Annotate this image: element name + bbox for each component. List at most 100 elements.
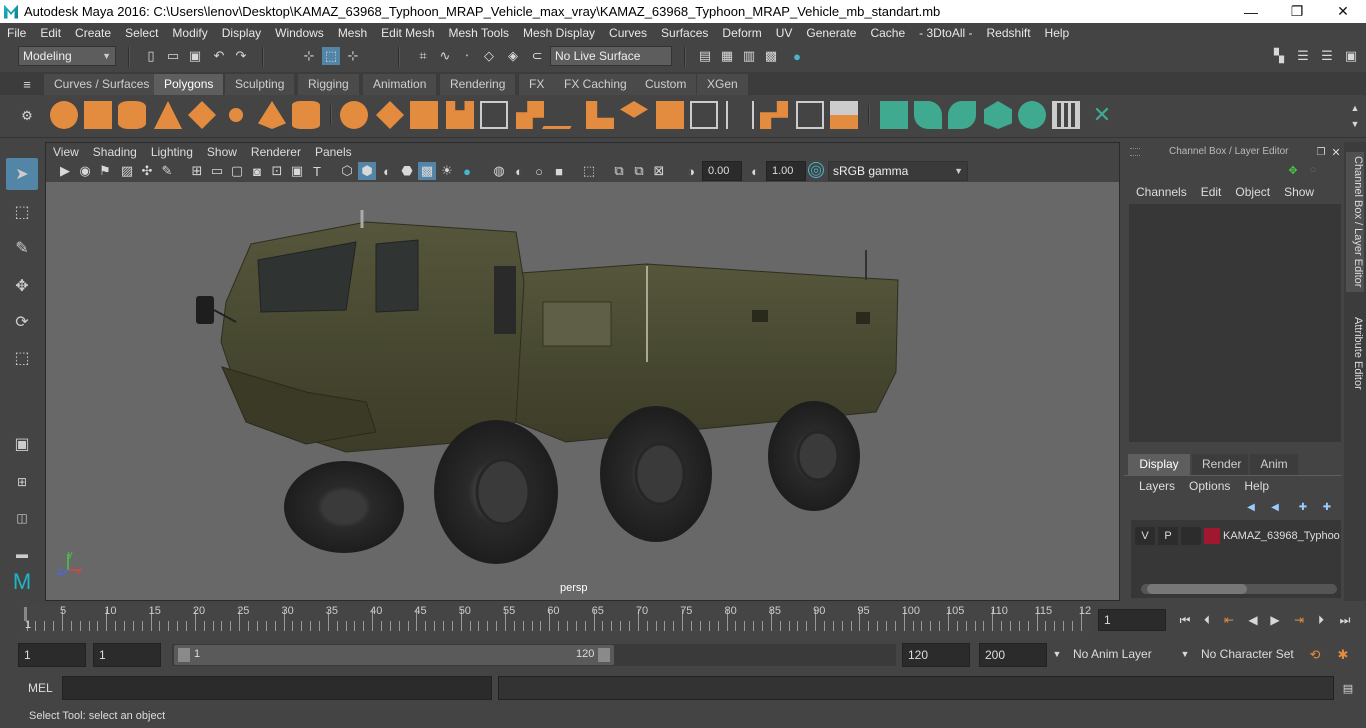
single-perspective-layout-icon[interactable]: ▣ <box>6 428 38 460</box>
move-layer-down-icon[interactable]: ◀ <box>1266 498 1284 516</box>
poly-sphere-icon[interactable] <box>50 101 78 129</box>
layer-name[interactable]: KAMAZ_63968_Typhoo <box>1223 530 1341 542</box>
combine-icon[interactable] <box>340 101 368 129</box>
menu-mesh-display[interactable]: Mesh Display <box>516 26 602 40</box>
deform-cube-icon[interactable] <box>880 101 908 129</box>
close-button[interactable]: ✕ <box>1320 0 1366 23</box>
move-tool-icon[interactable]: ✥ <box>6 270 38 302</box>
manipulator-icon[interactable]: ✥ <box>1284 161 1302 179</box>
reduce-icon[interactable] <box>480 101 508 129</box>
layer-row[interactable]: V P KAMAZ_63968_Typhoo <box>1135 525 1345 547</box>
poly-pipe-icon[interactable] <box>292 101 320 129</box>
viewport-menu-renderer[interactable]: Renderer <box>244 145 308 159</box>
layer-visibility-toggle[interactable]: V <box>1135 527 1155 545</box>
menu-edit-mesh[interactable]: Edit Mesh <box>374 26 441 40</box>
open-scene-icon[interactable]: ▭ <box>164 47 182 65</box>
grease-pencil-icon[interactable]: ✎ <box>158 162 176 180</box>
shadows-icon[interactable]: ☀ <box>438 162 456 180</box>
menu-mesh[interactable]: Mesh <box>331 26 374 40</box>
magnet-icon[interactable]: ⊂ <box>528 47 546 65</box>
deform-lattice-icon[interactable] <box>984 101 1012 129</box>
current-frame-field[interactable]: 1 <box>1098 609 1166 631</box>
animation-preferences-icon[interactable]: ✱ <box>1334 646 1352 664</box>
new-layer-icon[interactable]: ✚ <box>1294 498 1312 516</box>
deform-wave-icon[interactable] <box>1018 101 1046 129</box>
automatic-map-icon[interactable] <box>830 101 858 129</box>
playback-end-field[interactable]: 120 <box>902 643 970 667</box>
menu-redshift[interactable]: Redshift <box>980 26 1038 40</box>
close-panel-icon[interactable]: ✕ <box>1327 143 1345 161</box>
extrude-icon[interactable] <box>516 101 544 129</box>
poly-pyramid-icon[interactable] <box>258 101 286 129</box>
range-slider-handle[interactable]: 1 120 <box>174 645 614 665</box>
script-editor-icon[interactable]: ▤ <box>1339 679 1357 697</box>
menu-edit[interactable]: Edit <box>33 26 68 40</box>
bookmark-icon[interactable]: ⚑ <box>96 162 114 180</box>
tab-rigging[interactable]: Rigging <box>298 74 359 95</box>
menu-3dtoall[interactable]: - 3DtoAll - <box>912 26 979 40</box>
menu-cache[interactable]: Cache <box>863 26 912 40</box>
safe-action-icon[interactable]: ▣ <box>288 162 306 180</box>
live-surface-field[interactable]: No Live Surface <box>550 46 672 66</box>
poly-cube-icon[interactable] <box>84 101 112 129</box>
new-scene-icon[interactable]: ▯ <box>142 47 160 65</box>
separate-icon[interactable] <box>376 101 404 129</box>
go-to-end-icon[interactable]: ⏭ <box>1336 611 1354 629</box>
play-backward-icon[interactable]: ◀ <box>1244 611 1262 629</box>
range-end-grip[interactable] <box>598 648 610 662</box>
menu-uv[interactable]: UV <box>769 26 800 40</box>
shelf-settings-icon[interactable]: ⚙ <box>18 107 36 125</box>
gamma-icon[interactable]: ◐ <box>746 162 764 180</box>
camera-select-icon[interactable]: ▶ <box>56 162 74 180</box>
perspective-viewport[interactable]: y x z <box>46 182 1119 600</box>
layer-color-swatch[interactable] <box>1204 528 1220 544</box>
field-chart-icon[interactable]: ⊡ <box>268 162 286 180</box>
anim-layer-dropdown[interactable]: No Anim Layer <box>1068 643 1168 667</box>
channel-list[interactable] <box>1129 204 1341 442</box>
menu-windows[interactable]: Windows <box>268 26 331 40</box>
mel-label[interactable]: MEL <box>28 681 53 695</box>
multisample-aa-icon[interactable]: ◐ <box>510 162 528 180</box>
poly-plane-icon[interactable] <box>188 101 216 129</box>
minimize-button[interactable]: — <box>1228 0 1274 23</box>
tab-polygons[interactable]: Polygons <box>154 74 224 95</box>
viewport-menu-lighting[interactable]: Lighting <box>144 145 200 159</box>
planar-map-icon[interactable] <box>796 101 824 129</box>
lasso-tool-icon[interactable]: ⬚ <box>6 196 38 228</box>
save-scene-icon[interactable]: ▣ <box>186 47 204 65</box>
layout-icon[interactable]: ▚ <box>1270 47 1288 65</box>
tab-sculpting[interactable]: Sculpting <box>225 74 295 95</box>
step-back-key-icon[interactable]: ⇤ <box>1220 611 1238 629</box>
uv-grid-icon[interactable] <box>1052 101 1080 129</box>
backface-culling-icon[interactable]: ⊠ <box>650 162 668 180</box>
menu-select[interactable]: Select <box>118 26 165 40</box>
snap-grid-icon[interactable]: ⌗ <box>414 47 432 65</box>
chevron-down-icon[interactable]: ▼ <box>1048 645 1066 663</box>
four-view-layout-icon[interactable]: ⊞ <box>6 466 38 498</box>
tab-fx[interactable]: FX <box>519 74 555 95</box>
tab-display[interactable]: Display <box>1128 454 1190 475</box>
smooth-shade-icon[interactable]: ⬢ <box>358 162 376 180</box>
mode-selector[interactable]: Modeling ▼ <box>18 46 116 66</box>
safe-title-icon[interactable]: T <box>308 162 326 180</box>
channels-menu[interactable]: Channels <box>1136 185 1187 199</box>
step-back-icon[interactable]: ⏴ <box>1198 611 1216 629</box>
viewport-menu-panels[interactable]: Panels <box>308 145 359 159</box>
step-forward-key-icon[interactable]: ⇥ <box>1290 611 1308 629</box>
speed-icon[interactable]: ○ <box>1304 161 1322 179</box>
resolution-gate-icon[interactable]: ▢ <box>228 162 246 180</box>
character-set-dropdown[interactable]: No Character Set <box>1196 643 1296 667</box>
grid-toggle-icon[interactable]: ⊞ <box>188 162 206 180</box>
playback-start-field[interactable]: 1 <box>93 643 161 667</box>
camera-attributes-icon[interactable]: ◉ <box>76 162 94 180</box>
exposure-field[interactable]: 0.00 <box>702 161 742 181</box>
tab-attribute-editor-vertical[interactable]: Attribute Editor <box>1346 308 1364 398</box>
move-layer-up-icon[interactable]: ◀ <box>1242 498 1260 516</box>
menu-deform[interactable]: Deform <box>715 26 768 40</box>
undo-icon[interactable]: ↶ <box>210 47 228 65</box>
wireframe-icon[interactable]: ⬡ <box>338 162 356 180</box>
uv-cut-icon[interactable]: ✕ <box>1088 101 1116 129</box>
redo-icon[interactable]: ↷ <box>232 47 250 65</box>
snap-curve-icon[interactable]: ∿ <box>436 47 454 65</box>
tab-curves-surfaces[interactable]: Curves / Surfaces <box>44 74 160 95</box>
